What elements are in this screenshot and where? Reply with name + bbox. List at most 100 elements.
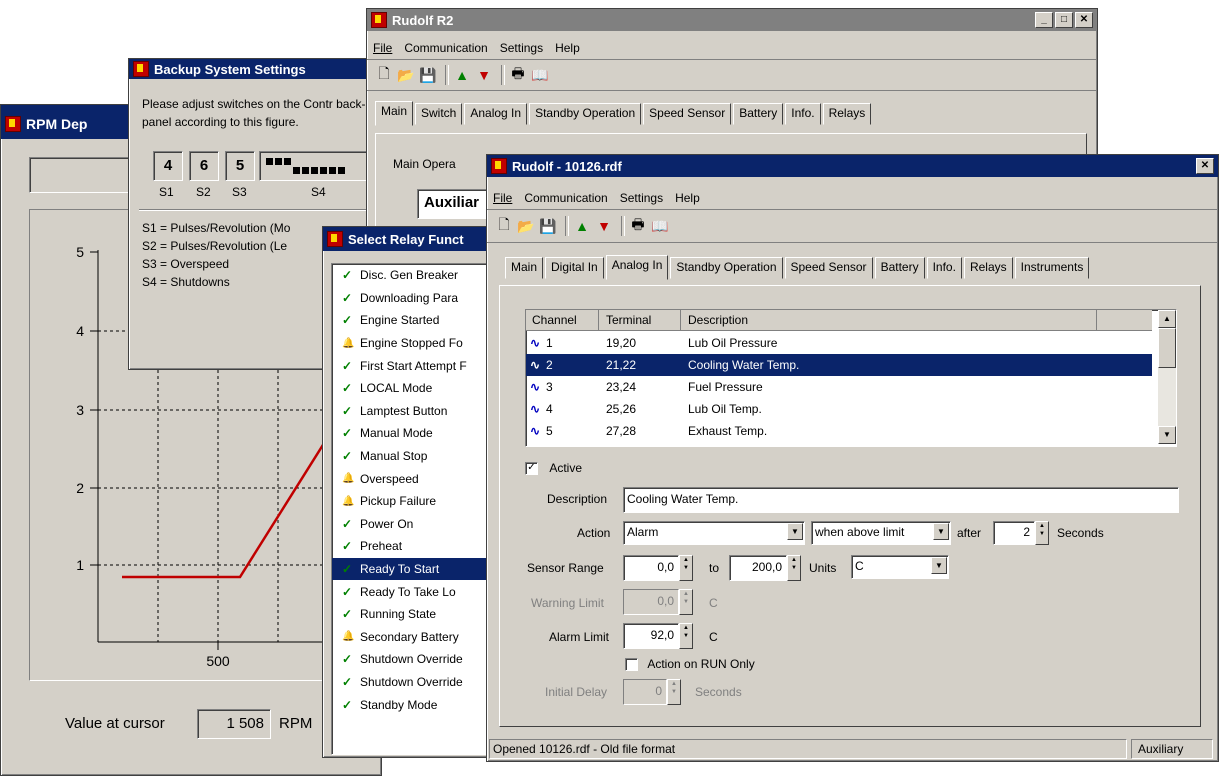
relay-list-item[interactable]: ✓ Ready To Take Lo	[332, 580, 492, 603]
relay-list-item[interactable]: ✓ Manual Stop	[332, 445, 492, 468]
range-from-input[interactable]: 0,0	[623, 555, 679, 581]
channel-list[interactable]: Channel Terminal Description ∿ 1 19,20 Lub …	[525, 309, 1177, 447]
chevron-down-icon[interactable]: ▼	[933, 523, 949, 540]
main-menu-help[interactable]: Help	[675, 191, 700, 205]
relay-list-item[interactable]: ✓ Downloading Para	[332, 287, 492, 310]
relay-list-item[interactable]: 🔔 Overspeed	[332, 467, 492, 490]
col-description[interactable]: Description	[688, 313, 748, 327]
r2-menu-communication[interactable]: Communication	[404, 41, 487, 55]
warning-limit-spinner[interactable]: ▲ ▼	[679, 589, 693, 615]
tab-speed-sensor[interactable]: Speed Sensor	[784, 257, 873, 279]
maximize-button[interactable]: □	[1055, 12, 1073, 28]
print-icon[interactable]: 🖶	[509, 65, 527, 84]
main-titlebar[interactable]: Rudolf - 10126.rdf ✕	[487, 155, 1218, 177]
scroll-up-button[interactable]: ▲	[1158, 310, 1176, 328]
initial-delay-spinner[interactable]: ▲ ▼	[667, 679, 681, 705]
save-icon[interactable]: 💾	[539, 217, 557, 235]
minimize-button[interactable]: _	[1035, 12, 1053, 28]
help-book-icon[interactable]: 📖	[531, 66, 549, 84]
range-to-spinner[interactable]: ▲ ▼	[787, 555, 801, 581]
r2-menu-file[interactable]: File	[373, 41, 392, 55]
r2-titlebar[interactable]: Rudolf R2 _ □ ✕	[367, 9, 1097, 31]
relay-list-item[interactable]: ✓ Shutdown Override	[332, 648, 492, 671]
after-spinner[interactable]: ▲ ▼	[1035, 521, 1049, 545]
tab-standby-operation[interactable]: Standby Operation	[670, 257, 783, 279]
r2-tab-standby[interactable]: Standby Operation	[529, 103, 642, 125]
backup-titlebar[interactable]: Backup System Settings	[129, 59, 389, 79]
scroll-thumb[interactable]	[1158, 328, 1176, 368]
alarm-limit-spinner[interactable]: ▲ ▼	[679, 623, 693, 649]
tab-relays[interactable]: Relays	[963, 257, 1013, 279]
help-book-icon[interactable]: 📖	[651, 217, 669, 235]
print-icon[interactable]: 🖶	[629, 216, 647, 235]
channel-row[interactable]: ∿ 1 19,20 Lub Oil Pressure	[526, 332, 1152, 354]
relay-list[interactable]: ✓ Disc. Gen Breaker ✓ Downloading Para ✓ Engi…	[331, 263, 493, 755]
tab-main[interactable]: Main	[505, 257, 544, 279]
relay-list-item[interactable]: ✓ Disc. Gen Breaker	[332, 264, 492, 287]
main-menu-file[interactable]: File	[493, 191, 512, 205]
col-terminal[interactable]: Terminal	[606, 313, 651, 327]
r2-tab-switch[interactable]: Switch	[415, 103, 463, 125]
relay-list-item[interactable]: ✓ Running State	[332, 603, 492, 626]
description-input[interactable]: Cooling Water Temp.	[623, 487, 1179, 513]
download-icon[interactable]: ▼	[595, 217, 613, 235]
tab-instruments[interactable]: Instruments	[1014, 257, 1090, 279]
channel-row[interactable]: ∿ 5 27,28 Exhaust Temp.	[526, 420, 1152, 442]
relay-list-item[interactable]: 🔔 Engine Stopped Fo	[332, 332, 492, 355]
run-only-check-box[interactable]	[625, 658, 638, 672]
relay-list-item[interactable]: ✓ Engine Started	[332, 309, 492, 332]
range-from-spinner[interactable]: ▲ ▼	[679, 555, 693, 581]
upload-icon[interactable]: ▲	[573, 217, 591, 235]
warning-limit-input[interactable]: 0,0	[623, 589, 679, 615]
new-file-icon[interactable]: 🗋	[375, 65, 393, 84]
tab-digital-in[interactable]: Digital In	[545, 257, 604, 279]
range-to-input[interactable]: 200,0	[729, 555, 787, 581]
download-icon[interactable]: ▼	[475, 66, 493, 84]
relay-list-item[interactable]: ✓ Standby Mode	[332, 693, 492, 716]
relay-list-item[interactable]: ✓ Power On	[332, 513, 492, 536]
active-checkbox[interactable]: ✓ Active	[525, 461, 582, 476]
units-select[interactable]: C ▼	[851, 555, 949, 579]
r2-tab-main[interactable]: Main	[375, 101, 414, 126]
relay-list-item[interactable]: 🔔 Pickup Failure	[332, 490, 492, 513]
new-file-icon[interactable]: 🗋	[495, 216, 513, 235]
relay-list-item[interactable]: 🔔 Secondary Battery	[332, 626, 492, 649]
relay-list-item[interactable]: ✓ Manual Mode	[332, 422, 492, 445]
scroll-down-button[interactable]: ▼	[1158, 426, 1176, 444]
close-button[interactable]: ✕	[1075, 12, 1093, 28]
relay-titlebar[interactable]: Select Relay Funct	[323, 227, 493, 251]
after-input[interactable]: 2	[993, 521, 1035, 545]
col-channel[interactable]: Channel	[532, 313, 577, 327]
r2-menu-help[interactable]: Help	[555, 41, 580, 55]
initial-delay-input[interactable]: 0	[623, 679, 667, 705]
channel-scrollbar[interactable]: ▲ ▼	[1158, 310, 1176, 444]
channel-row[interactable]: ∿ 4 25,26 Lub Oil Temp.	[526, 398, 1152, 420]
save-icon[interactable]: 💾	[419, 66, 437, 84]
r2-tab-analog-in[interactable]: Analog In	[464, 103, 528, 125]
upload-icon[interactable]: ▲	[453, 66, 471, 84]
relay-list-item[interactable]: ✓ Shutdown Override	[332, 671, 492, 694]
r2-tab-speed-sensor[interactable]: Speed Sensor	[643, 103, 732, 125]
action-select[interactable]: Alarm ▼	[623, 521, 805, 545]
r2-tab-relays[interactable]: Relays	[822, 103, 872, 125]
r2-tab-battery[interactable]: Battery	[733, 103, 784, 125]
tab-battery[interactable]: Battery	[874, 257, 925, 279]
relay-list-item[interactable]: ✓ First Start Attempt F	[332, 354, 492, 377]
active-check-box[interactable]: ✓	[525, 462, 538, 476]
channel-row[interactable]: ∿ 3 23,24 Fuel Pressure	[526, 376, 1152, 398]
open-folder-icon[interactable]: 📂	[397, 66, 415, 84]
relay-list-item[interactable]: ✓ Ready To Start	[332, 557, 492, 581]
open-folder-icon[interactable]: 📂	[517, 217, 535, 235]
main-menu-communication[interactable]: Communication	[524, 191, 607, 205]
relay-list-item[interactable]: ✓ LOCAL Mode	[332, 377, 492, 400]
chevron-down-icon[interactable]: ▼	[931, 557, 947, 574]
r2-tab-info[interactable]: Info.	[785, 103, 821, 125]
main-menu-settings[interactable]: Settings	[620, 191, 663, 205]
tab-info[interactable]: Info.	[926, 257, 962, 279]
alarm-limit-input[interactable]: 92,0	[623, 623, 679, 649]
chevron-down-icon[interactable]: ▼	[787, 523, 803, 540]
r2-menu-settings[interactable]: Settings	[500, 41, 543, 55]
condition-select[interactable]: when above limit ▼	[811, 521, 951, 545]
run-only-checkbox[interactable]: Action on RUN Only	[625, 657, 755, 672]
tab-analog-in[interactable]: Analog In	[605, 255, 669, 280]
